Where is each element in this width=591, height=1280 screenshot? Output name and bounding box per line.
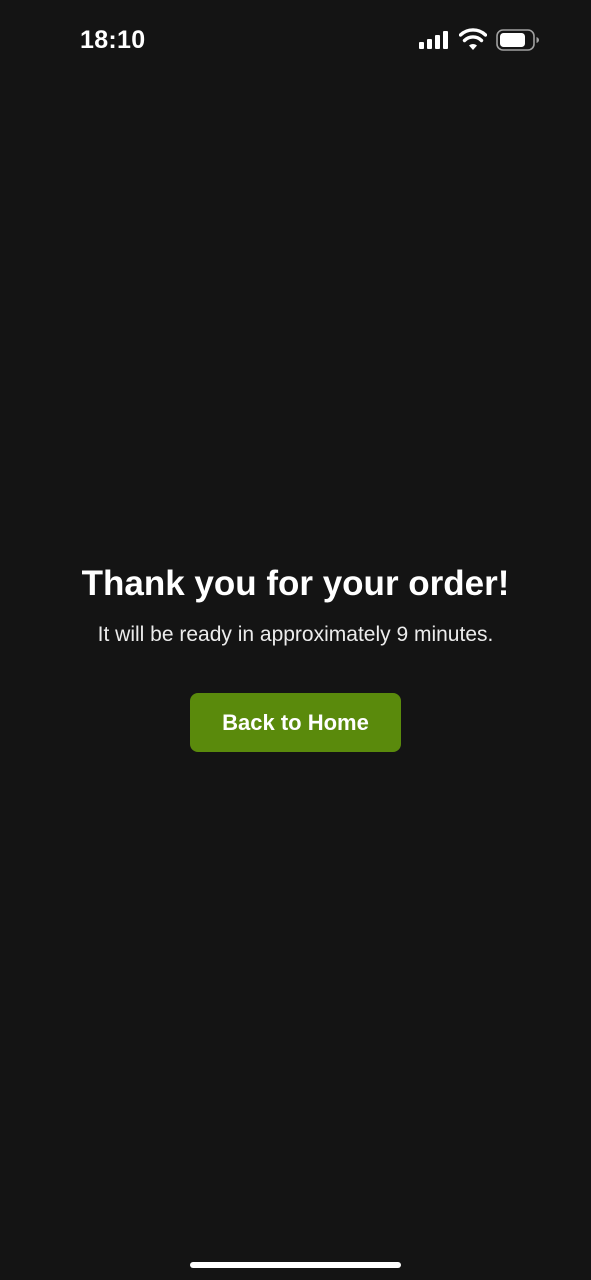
home-indicator[interactable]: [190, 1262, 401, 1268]
confirmation-message: Thank you for your order! It will be rea…: [0, 560, 591, 650]
order-confirmation-screen: 18:10 Thank you for your order! It will …: [0, 0, 591, 1280]
wifi-icon: [459, 28, 487, 50]
confirmation-title: Thank you for your order!: [81, 564, 510, 603]
ready-time-message: It will be ready in approximately 9 minu…: [97, 623, 494, 646]
battery-icon: [496, 29, 539, 51]
back-to-home-button[interactable]: Back to Home: [190, 693, 401, 752]
status-time: 18:10: [80, 26, 146, 54]
signal-icon: [419, 31, 448, 49]
status-bar: 18:10: [0, 0, 591, 80]
